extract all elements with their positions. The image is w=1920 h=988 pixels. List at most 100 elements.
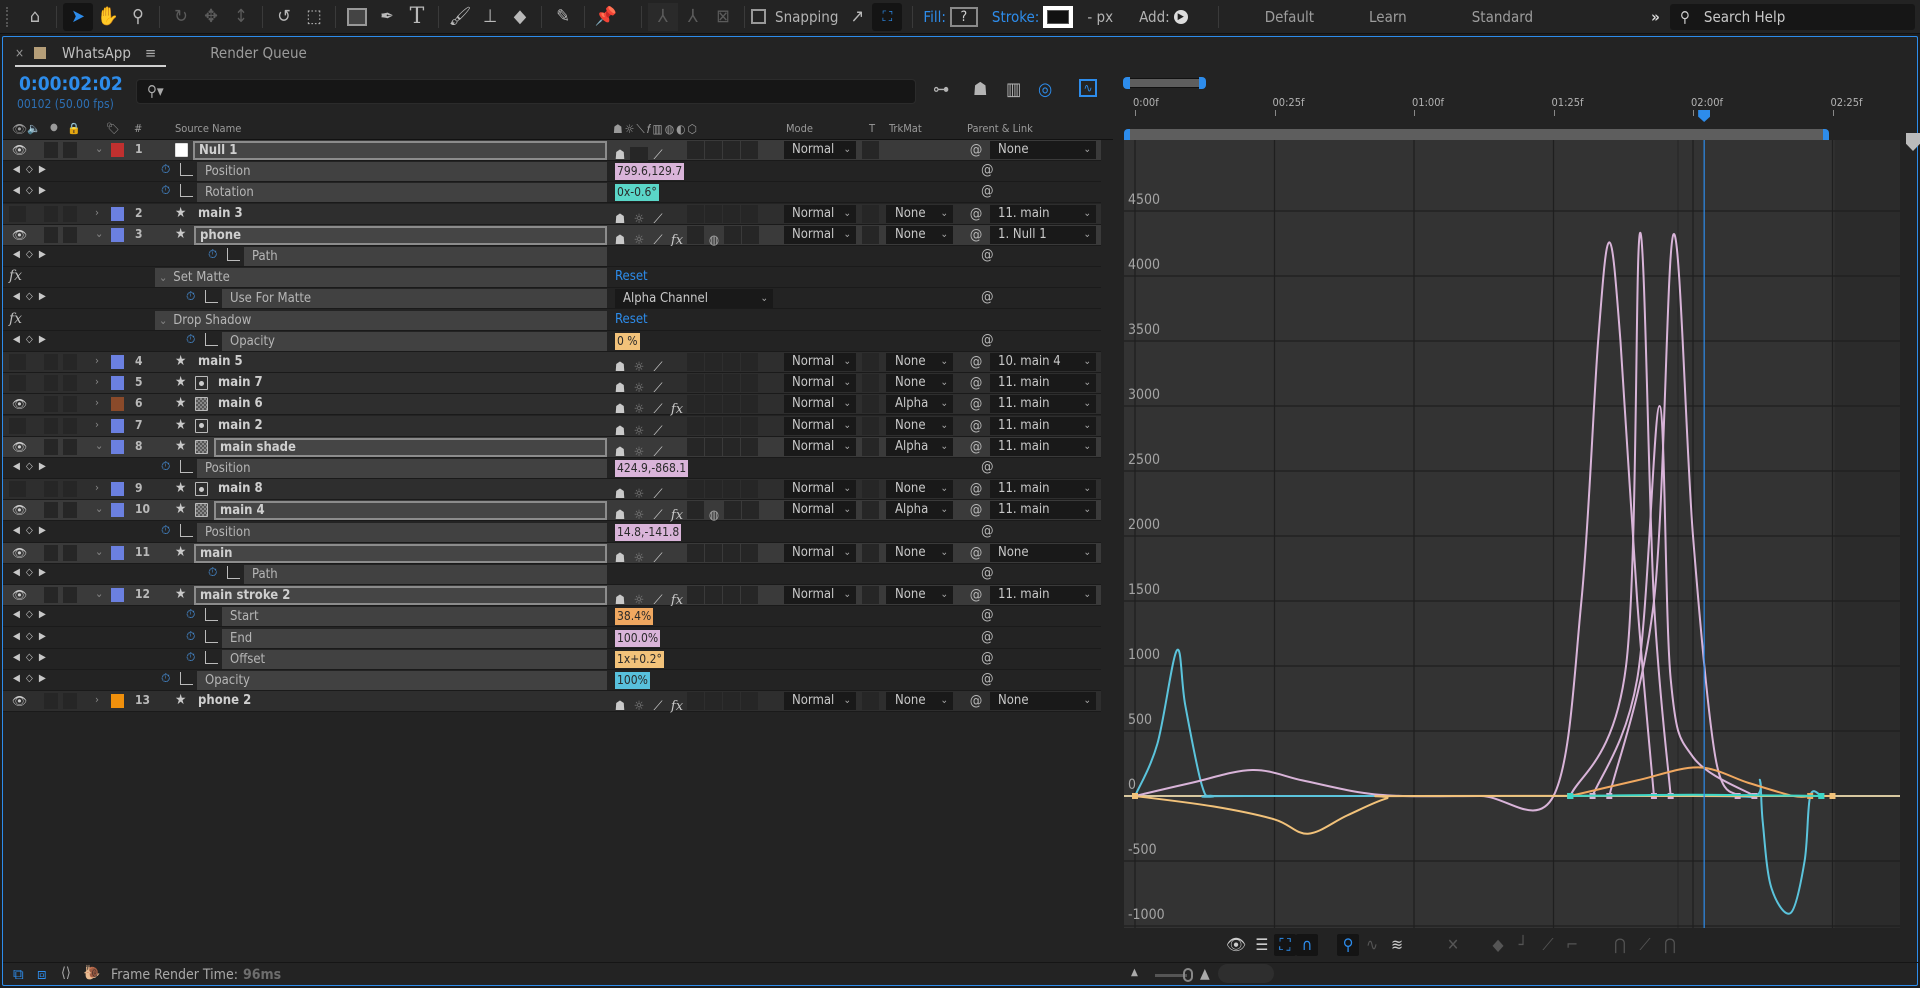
- preserve-transparency-toggle[interactable]: [862, 692, 879, 711]
- shy-switch-icon[interactable]: ☗: [611, 698, 629, 716]
- frame-blend-switch[interactable]: [687, 204, 704, 223]
- visibility-toggle[interactable]: [9, 417, 26, 434]
- preserve-transparency-toggle[interactable]: [862, 225, 879, 244]
- blend-mode-dropdown[interactable]: Normal ⌄: [784, 543, 856, 562]
- layer-row[interactable]: › 5 ★ main 7 ☗ ☼ ⟋ Normal ⌄ None ⌄ @ 11. mai…: [3, 373, 1101, 396]
- keyframe-navigator[interactable]: ◀◇▶: [13, 249, 52, 260]
- property-row[interactable]: ◀◇▶ ⏱ End 100.0% @: [3, 627, 1101, 649]
- navigator-end-handle[interactable]: [1199, 77, 1206, 89]
- 3d-layer-switch[interactable]: [741, 141, 758, 159]
- lock-toggle[interactable]: [63, 438, 77, 455]
- property-value[interactable]: 1x+0.2°: [615, 650, 664, 668]
- graph-canvas[interactable]: 4500 4000 3500 3000 2500 2000 1500 1000 500 0 -500…: [1124, 140, 1900, 928]
- pick-whip-icon[interactable]: @: [981, 289, 994, 305]
- label-color-swatch[interactable]: [111, 206, 124, 221]
- solo-toggle[interactable]: [44, 587, 58, 604]
- graph-include-icon[interactable]: [205, 290, 218, 304]
- effects-switch-icon[interactable]: [668, 353, 686, 371]
- adjustment-switch[interactable]: [723, 353, 740, 371]
- prev-keyframe-icon[interactable]: ◀: [13, 652, 26, 663]
- puppet-pin-icon[interactable]: 📌: [591, 3, 621, 31]
- next-keyframe-icon[interactable]: ▶: [39, 291, 52, 302]
- effects-switch-icon[interactable]: [668, 544, 686, 562]
- chevron-right-icon[interactable]: ›: [95, 396, 99, 409]
- blend-mode-dropdown[interactable]: Normal ⌄: [784, 204, 856, 223]
- property-dropdown[interactable]: Alpha Channel ⌄: [615, 289, 773, 309]
- graph-include-icon[interactable]: [227, 566, 240, 579]
- adjustment-switch[interactable]: [723, 204, 740, 223]
- lock-icon[interactable]: 🔒: [67, 122, 81, 135]
- stopwatch-icon[interactable]: ⏱: [161, 523, 170, 538]
- parent-dropdown[interactable]: 11. main ⌄: [990, 374, 1096, 393]
- pick-whip-icon[interactable]: @: [964, 501, 988, 519]
- effects-switch-icon[interactable]: fx: [668, 698, 686, 716]
- stopwatch-icon[interactable]: ⏱: [161, 183, 170, 198]
- graph-include-icon[interactable]: [227, 248, 240, 261]
- motion-blur-switch[interactable]: [705, 543, 722, 562]
- adjustment-switch[interactable]: [723, 141, 740, 159]
- layer-row[interactable]: › 2 ★ main 3 ☗ ☼ ⟋ Normal ⌄ None ⌄ @ 11. mai…: [3, 203, 1101, 227]
- visibility-eye-icon[interactable]: 👁: [12, 503, 27, 517]
- visibility-eye-icon[interactable]: 👁: [12, 143, 27, 157]
- property-row[interactable]: ◀◇▶ ⏱ Rotation 0x-0.6° @: [3, 182, 1101, 204]
- clone-stamp-icon[interactable]: ⊥: [475, 3, 505, 31]
- solo-toggle[interactable]: [44, 226, 58, 243]
- prev-keyframe-icon[interactable]: ◀: [13, 525, 26, 536]
- quality-switch-icon[interactable]: ☼: [630, 698, 648, 716]
- prev-keyframe-icon[interactable]: ◀: [13, 609, 26, 620]
- eraser-icon[interactable]: ◆: [505, 3, 535, 31]
- preserve-transparency-toggle[interactable]: [862, 374, 879, 393]
- type-tool-icon[interactable]: T: [402, 3, 432, 31]
- label-color-swatch[interactable]: [111, 143, 124, 157]
- zoom-slider-handle[interactable]: [1183, 968, 1193, 982]
- blend-mode-dropdown[interactable]: Normal ⌄: [784, 395, 856, 414]
- adjustment-switch[interactable]: [723, 437, 740, 456]
- property-row[interactable]: ◀◇▶ ⏱ Path @: [3, 564, 1101, 585]
- stopwatch-icon[interactable]: ⏱: [186, 650, 195, 665]
- property-value[interactable]: 14.8,-141.8: [615, 523, 682, 541]
- 3d-layer-switch[interactable]: [741, 437, 758, 456]
- chevron-down-icon[interactable]: ⌄: [95, 502, 103, 515]
- property-row[interactable]: ◀◇▶ ⏱ Opacity 100% @: [3, 670, 1101, 691]
- graph-options-icon[interactable]: ☰: [1251, 934, 1273, 956]
- motion-blur-switch[interactable]: [705, 353, 722, 371]
- selection-tool-icon[interactable]: ➤: [63, 2, 93, 31]
- render-time-toggle-icon[interactable]: 🐌: [83, 965, 100, 981]
- layer-name[interactable]: main 5: [194, 353, 444, 372]
- workspace-default[interactable]: Default: [1265, 8, 1314, 26]
- parent-dropdown[interactable]: 11. main ⌄: [990, 204, 1096, 223]
- pick-whip-icon[interactable]: @: [964, 692, 988, 710]
- next-keyframe-icon[interactable]: ▶: [39, 164, 52, 175]
- motion-blur-switch[interactable]: [705, 437, 722, 456]
- keyframe-navigator[interactable]: ◀◇▶: [13, 609, 52, 620]
- chevron-down-icon[interactable]: ⌄: [95, 587, 103, 600]
- property-row[interactable]: ◀◇▶ ⏱ Position 799.6,129.7 @: [3, 161, 1101, 183]
- 3d-layer-switch[interactable]: [741, 586, 758, 605]
- layer-name[interactable]: main shade: [214, 437, 607, 457]
- roto-brush-icon[interactable]: ✎: [548, 3, 578, 31]
- pick-whip-icon[interactable]: @: [981, 671, 994, 687]
- track-matte-dropdown[interactable]: None ⌄: [886, 416, 953, 435]
- rectangle-tool-icon[interactable]: [342, 3, 372, 31]
- label-color-swatch[interactable]: [111, 503, 124, 518]
- lock-toggle[interactable]: [63, 544, 77, 561]
- 3d-layer-switch[interactable]: [741, 395, 758, 414]
- layer-name[interactable]: main 6: [214, 395, 464, 414]
- pick-whip-icon[interactable]: @: [981, 459, 994, 475]
- frame-blend-switch[interactable]: [687, 586, 704, 605]
- 3d-layer-switch[interactable]: [741, 374, 758, 393]
- parent-dropdown[interactable]: 11. main ⌄: [990, 437, 1096, 456]
- pick-whip-icon[interactable]: @: [964, 417, 988, 435]
- layer-name[interactable]: main 3: [194, 205, 444, 224]
- label-color-swatch[interactable]: [111, 397, 124, 412]
- label-color-swatch[interactable]: [111, 588, 124, 603]
- graph-include-icon[interactable]: [180, 460, 193, 473]
- keyframe-navigator[interactable]: ◀◇▶: [13, 291, 52, 302]
- motion-blur-switch[interactable]: [705, 416, 722, 435]
- transform-box-icon[interactable]: ⛶: [1274, 934, 1296, 956]
- preserve-transparency-toggle[interactable]: [862, 204, 879, 223]
- layer-name[interactable]: main 4: [214, 501, 607, 521]
- lock-toggle[interactable]: [63, 481, 77, 498]
- layer-row[interactable]: › 9 ★ main 8 ☗ ☼ ⟋ Normal ⌄ None ⌄ @ 11. mai…: [3, 479, 1101, 502]
- zoom-in-icon[interactable]: ▲: [1200, 966, 1210, 982]
